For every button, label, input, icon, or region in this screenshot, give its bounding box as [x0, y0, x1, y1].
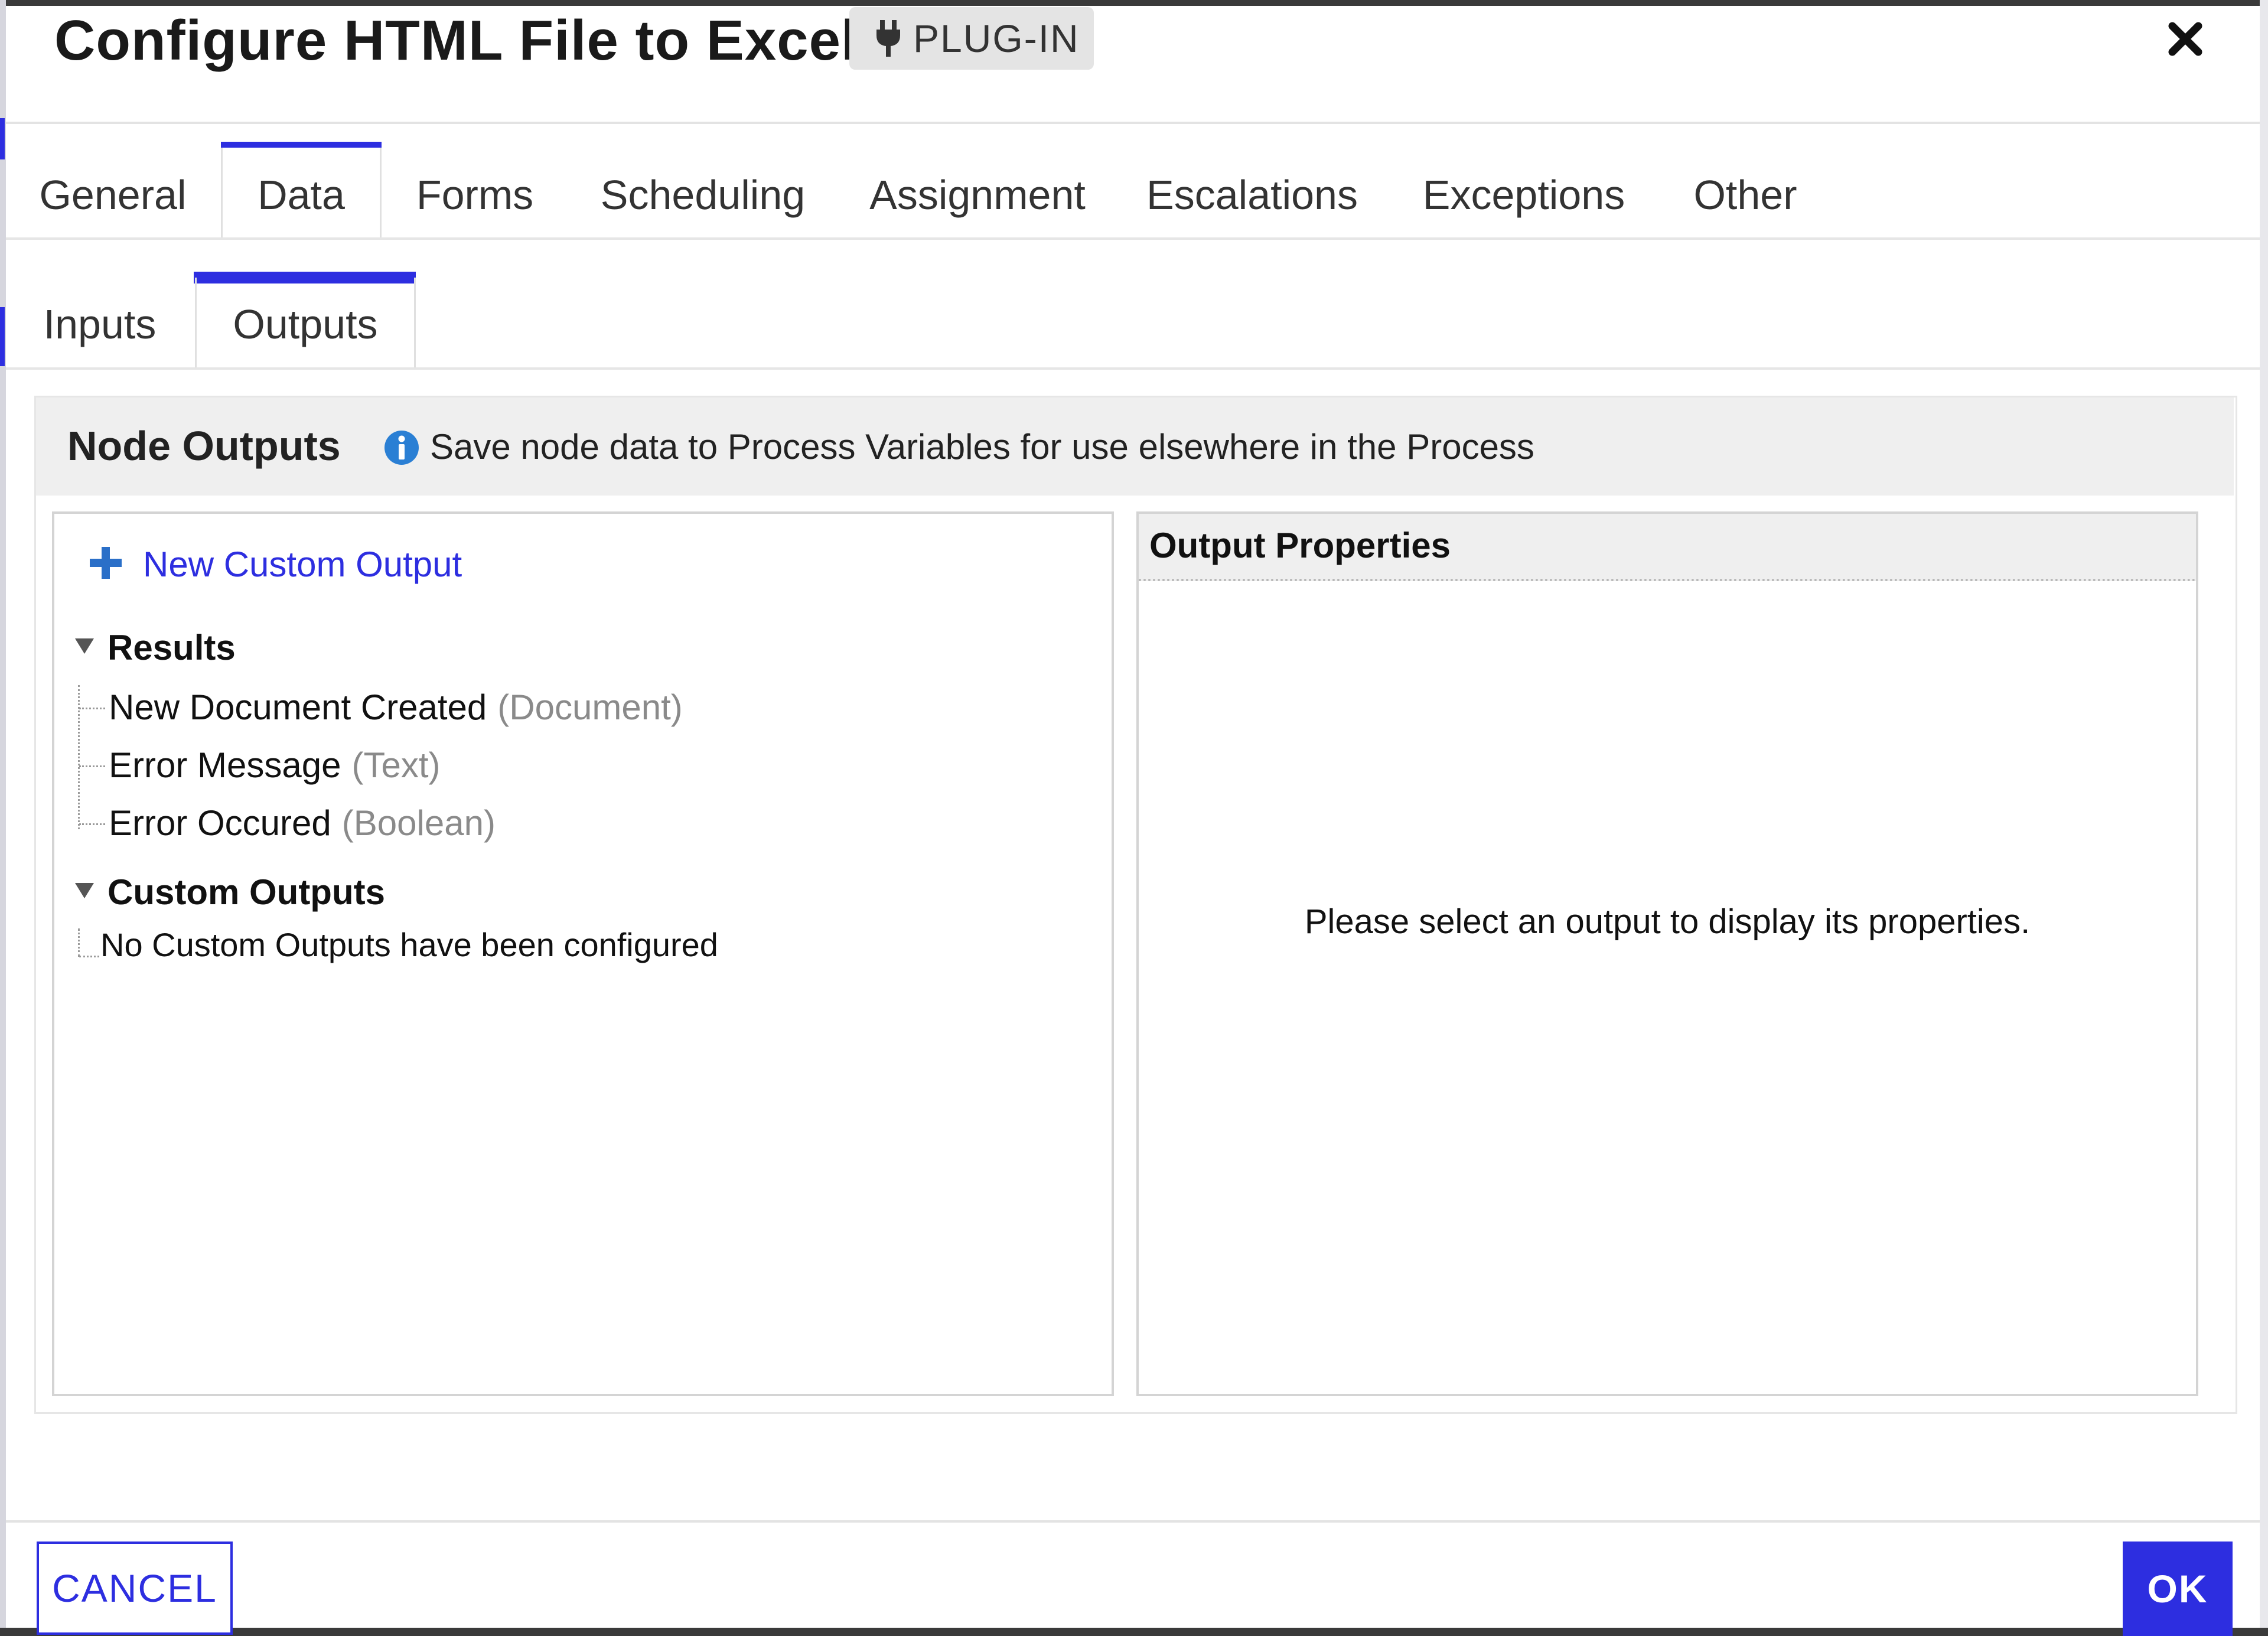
background-accent	[0, 118, 5, 159]
result-name: New Document Created	[109, 687, 487, 727]
result-type: (Text)	[351, 745, 441, 785]
tab-label: Data	[258, 172, 345, 218]
tab-label: Forms	[416, 172, 534, 218]
window-right-edge	[2260, 0, 2268, 1636]
custom-outputs-empty-message: No Custom Outputs have been configured	[100, 926, 718, 963]
custom-outputs-group-toggle[interactable]: Custom Outputs	[74, 868, 385, 915]
tree-connector	[79, 765, 105, 767]
plugin-badge-label: PLUG-IN	[913, 17, 1080, 60]
result-name: Error Message	[109, 745, 341, 785]
output-properties-pane	[1136, 511, 2198, 1396]
tab-other[interactable]: Other	[1671, 148, 1819, 240]
tab-label: Scheduling	[600, 172, 806, 218]
node-outputs-title: Node Outputs	[67, 423, 341, 469]
ok-button[interactable]: OK	[2123, 1542, 2233, 1636]
tab-forms[interactable]: Forms	[399, 148, 550, 240]
window-left-edge	[0, 0, 6, 1636]
background-accent	[0, 307, 5, 366]
subtabs-divider	[6, 367, 2260, 370]
subtab-inputs[interactable]: Inputs	[27, 278, 172, 370]
footer-divider	[6, 1520, 2260, 1523]
new-custom-output-link[interactable]: New Custom Output	[89, 539, 462, 589]
tree-connector	[78, 928, 80, 957]
dialog-title: Configure HTML File to Excel	[54, 9, 858, 72]
results-group-toggle[interactable]: Results	[74, 624, 236, 671]
tab-general[interactable]: General	[27, 148, 198, 240]
window-bottom-edge	[0, 1628, 2268, 1636]
tab-assignment[interactable]: Assignment	[850, 148, 1104, 240]
results-group-label: Results	[107, 627, 236, 667]
tab-exceptions[interactable]: Exceptions	[1400, 148, 1648, 240]
tab-label: Escalations	[1146, 172, 1358, 218]
subtab-label: Outputs	[233, 301, 378, 347]
caret-down-icon	[74, 637, 94, 658]
tree-connector	[79, 956, 99, 957]
close-button[interactable]	[2156, 11, 2215, 70]
window-top-edge	[0, 0, 2268, 6]
tree-connector	[79, 823, 105, 825]
caret-down-icon	[74, 882, 94, 902]
node-outputs-description: Save node data to Process Variables for …	[430, 427, 1534, 467]
output-properties-empty-message: Please select an output to display its p…	[1304, 902, 2031, 941]
tab-label: Exceptions	[1422, 172, 1625, 218]
result-name: Error Occured	[109, 803, 331, 843]
plugin-badge: PLUG-IN	[849, 7, 1094, 70]
tree-connector	[79, 708, 105, 709]
result-item-new-document-created[interactable]: New Document Created (Document)	[109, 684, 683, 731]
info-icon	[384, 430, 419, 465]
plug-icon	[865, 7, 912, 70]
tab-scheduling[interactable]: Scheduling	[585, 148, 821, 240]
tree-connector	[78, 685, 80, 829]
header-divider	[6, 122, 2260, 124]
result-item-error-message[interactable]: Error Message (Text)	[109, 742, 440, 789]
tab-label: Other	[1693, 172, 1797, 218]
result-item-error-occured[interactable]: Error Occured (Boolean)	[109, 800, 496, 847]
tab-label: Assignment	[869, 172, 1086, 218]
result-type: (Document)	[497, 687, 683, 727]
tab-data[interactable]: Data	[221, 148, 382, 240]
cancel-button[interactable]: CANCEL	[37, 1542, 233, 1635]
custom-outputs-group-label: Custom Outputs	[107, 872, 385, 912]
tab-label: General	[39, 172, 187, 218]
output-properties-title: Output Properties	[1149, 526, 1451, 565]
tab-escalations[interactable]: Escalations	[1134, 148, 1370, 240]
result-type: (Boolean)	[341, 803, 496, 843]
subtab-outputs[interactable]: Outputs	[195, 278, 416, 370]
new-custom-output-label: New Custom Output	[143, 544, 462, 584]
subtab-label: Inputs	[43, 301, 157, 347]
close-icon	[2168, 21, 2203, 60]
plus-icon	[89, 546, 123, 583]
tabs-divider	[6, 237, 2260, 240]
